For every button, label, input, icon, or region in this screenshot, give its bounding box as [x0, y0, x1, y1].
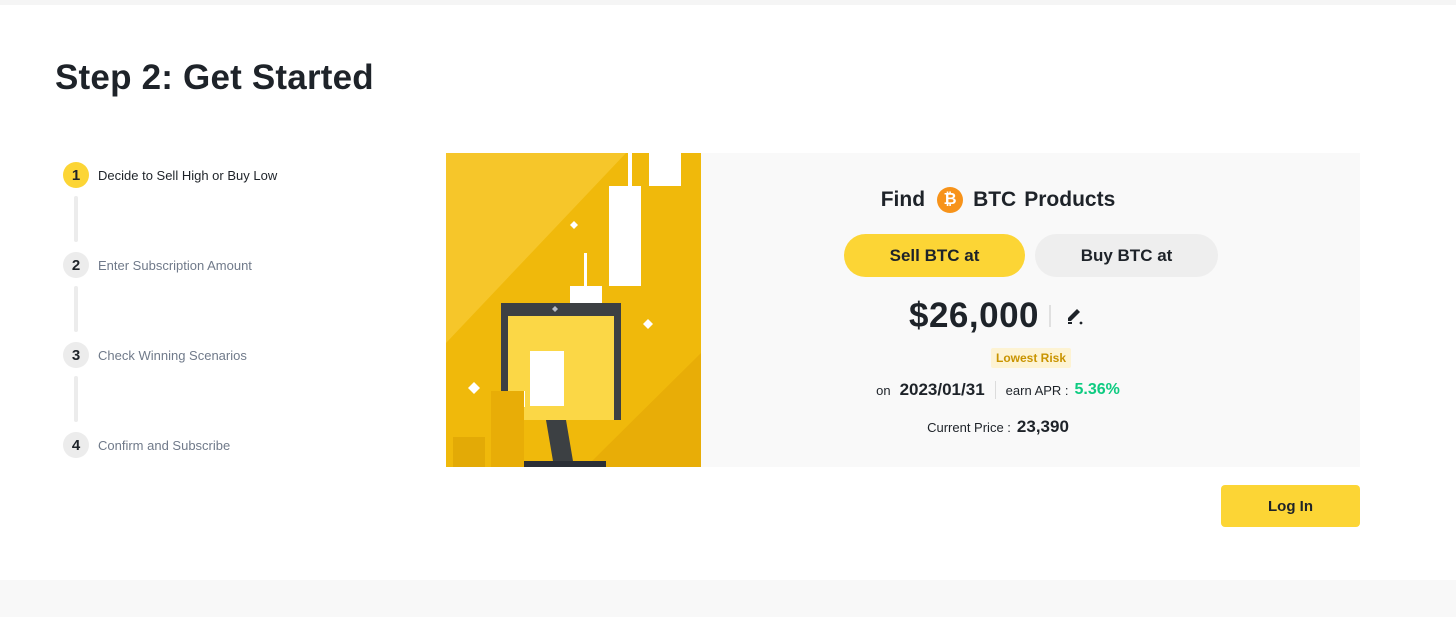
top-divider	[0, 0, 1456, 5]
step-number: 3	[63, 342, 89, 368]
step-label: Enter Subscription Amount	[98, 257, 252, 273]
find-prefix: Find	[880, 188, 926, 211]
current-price-label: Current Price :	[927, 419, 1011, 435]
target-price: $26,000	[908, 296, 1040, 335]
login-button[interactable]: Log In	[1221, 485, 1360, 527]
step-label: Confirm and Subscribe	[98, 437, 231, 453]
footer-band	[0, 580, 1456, 617]
step-connector	[74, 376, 78, 422]
find-suffix: Products	[1024, 188, 1116, 211]
step-item-4[interactable]: 4 Confirm and Subscribe	[63, 432, 230, 458]
info-divider	[994, 381, 996, 399]
apr-label: earn APR :	[1005, 382, 1069, 398]
current-price-row: Current Price : 23,390	[701, 417, 1295, 437]
product-card: Find ₿ BTC Products Sell BTC at Buy BTC …	[446, 153, 1360, 467]
current-price-value: 23,390	[1016, 417, 1069, 436]
on-label: on	[876, 382, 891, 398]
step-number: 2	[63, 252, 89, 278]
asset-name: BTC	[973, 188, 1017, 211]
buy-btc-button[interactable]: Buy BTC at	[1035, 234, 1218, 277]
edit-pencil-icon[interactable]	[1063, 304, 1087, 328]
product-panel: Find ₿ BTC Products Sell BTC at Buy BTC …	[701, 153, 1360, 467]
step-item-3[interactable]: 3 Check Winning Scenarios	[63, 342, 247, 368]
sell-btc-button[interactable]: Sell BTC at	[844, 234, 1025, 277]
apr-value: 5.36%	[1074, 381, 1120, 398]
step-item-1[interactable]: 1 Decide to Sell High or Buy Low	[63, 162, 277, 188]
find-products-heading: Find ₿ BTC Products	[701, 187, 1295, 213]
step-item-2[interactable]: 2 Enter Subscription Amount	[63, 252, 252, 278]
page-title: Step 2: Get Started	[55, 58, 374, 97]
target-price-row: $26,000	[701, 296, 1295, 336]
step-number: 1	[63, 162, 89, 188]
trading-illustration	[446, 153, 701, 467]
risk-badge: Lowest Risk	[991, 348, 1072, 368]
settlement-date: 2023/01/31	[899, 380, 985, 399]
step-connector	[74, 286, 78, 332]
step-label: Decide to Sell High or Buy Low	[98, 167, 278, 183]
settlement-info-row: on 2023/01/31 earn APR : 5.36%	[701, 380, 1295, 400]
step-connector	[74, 196, 78, 242]
step-number: 4	[63, 432, 89, 458]
price-divider	[1049, 305, 1052, 327]
step-label: Check Winning Scenarios	[98, 347, 247, 363]
bitcoin-icon: ₿	[937, 187, 964, 213]
